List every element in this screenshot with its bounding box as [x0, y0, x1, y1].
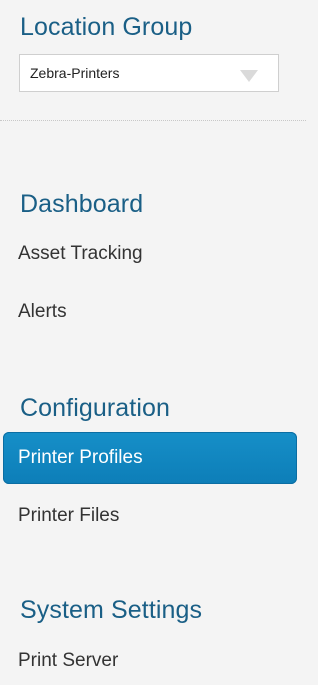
system-settings-section-title: System Settings	[20, 596, 203, 624]
nav-item-printer-profiles-label: Printer Profiles	[18, 447, 143, 468]
sidebar-panel: Location Group Zebra-Printers Dashboard …	[0, 0, 318, 685]
nav-item-alerts[interactable]: Alerts	[18, 300, 67, 324]
location-group-select[interactable]: Zebra-Printers	[19, 54, 279, 92]
dropdown-arrow-icon	[240, 70, 258, 82]
dashboard-section-title: Dashboard	[20, 190, 144, 218]
location-group-title: Location Group	[20, 13, 193, 41]
nav-item-printer-profiles[interactable]: Printer Profiles	[3, 432, 297, 484]
nav-item-print-server[interactable]: Print Server	[18, 649, 118, 673]
section-divider	[0, 120, 306, 121]
location-group-selected-value: Zebra-Printers	[30, 65, 120, 81]
nav-item-asset-tracking[interactable]: Asset Tracking	[18, 242, 143, 266]
configuration-section-title: Configuration	[20, 394, 171, 422]
nav-item-printer-files[interactable]: Printer Files	[18, 504, 119, 528]
